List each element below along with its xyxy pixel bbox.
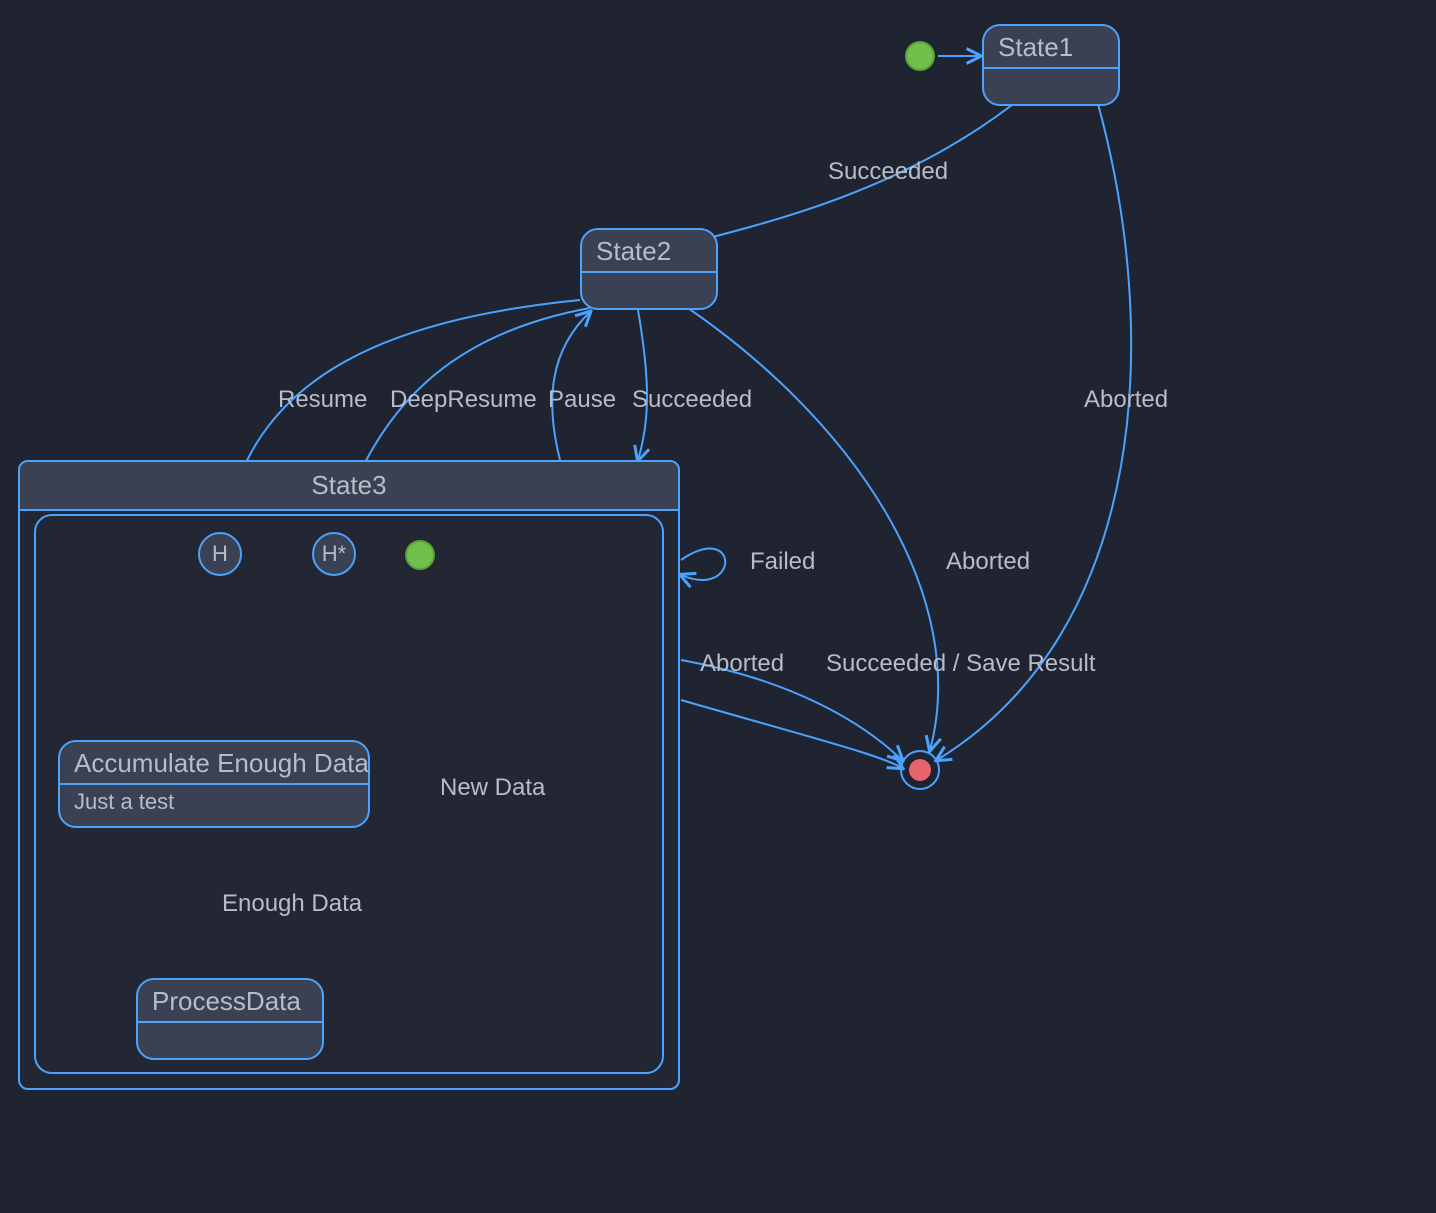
edge-state3-to-final-succeeded bbox=[681, 700, 902, 768]
label-state3-self-failed: Failed bbox=[750, 548, 815, 576]
state-accumulate-subtext: Just a test bbox=[60, 785, 368, 821]
state-state1[interactable]: State1 bbox=[982, 24, 1120, 106]
label-state2-to-h-resume: Resume bbox=[278, 386, 367, 414]
inner-initial-pseudostate[interactable] bbox=[405, 540, 435, 570]
label-state2-to-state3-succeeded: Succeeded bbox=[632, 386, 752, 414]
label-state3-to-final-succeeded: Succeeded / Save Result bbox=[826, 650, 1096, 678]
label-state3-to-state2-pause: Pause bbox=[548, 386, 616, 414]
state-accumulate-title: Accumulate Enough Data bbox=[60, 742, 368, 785]
edge-state2-to-final-aborted bbox=[670, 296, 938, 750]
label-state2-to-final-aborted: Aborted bbox=[946, 548, 1030, 576]
label-state1-to-state2: Succeeded bbox=[828, 158, 948, 186]
state-state2[interactable]: State2 bbox=[580, 228, 718, 310]
state-accumulate[interactable]: Accumulate Enough Data Just a test bbox=[58, 740, 370, 828]
final-state[interactable] bbox=[900, 750, 940, 790]
final-state-inner bbox=[909, 759, 931, 781]
edge-state3-self-failed bbox=[681, 549, 725, 580]
deep-history-pseudostate[interactable]: H* bbox=[312, 532, 356, 576]
label-accumulate-self-newdata: New Data bbox=[440, 774, 545, 802]
label-state2-to-hstar-deepresume: DeepResume bbox=[390, 386, 537, 414]
label-state1-to-final: Aborted bbox=[1084, 386, 1168, 414]
state-processdata-title: ProcessData bbox=[138, 980, 322, 1023]
state-diagram-canvas: State1 State2 State3 H H* Accumulate Eno… bbox=[0, 0, 1436, 1213]
state-processdata[interactable]: ProcessData bbox=[136, 978, 324, 1060]
history-pseudostate[interactable]: H bbox=[198, 532, 242, 576]
state-state1-title: State1 bbox=[984, 26, 1118, 69]
label-accumulate-to-process: Enough Data bbox=[222, 890, 362, 918]
state-state2-title: State2 bbox=[582, 230, 716, 273]
initial-pseudostate[interactable] bbox=[905, 41, 935, 71]
edge-state2-to-state3-succeeded bbox=[638, 310, 647, 460]
label-state3-to-final-aborted: Aborted bbox=[700, 650, 784, 678]
state-state3-title: State3 bbox=[20, 462, 678, 511]
